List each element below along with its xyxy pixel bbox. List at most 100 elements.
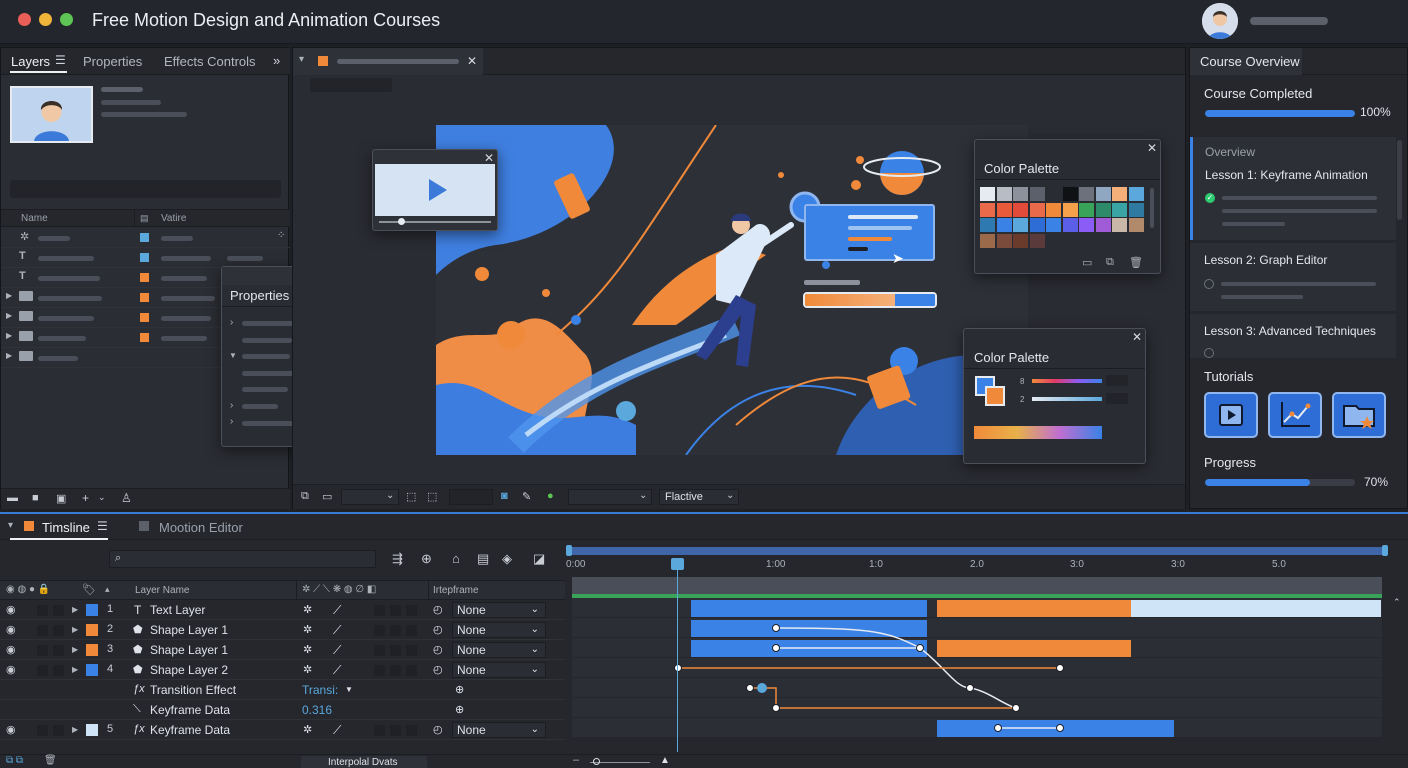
chevron-down-icon[interactable]: ⌄	[98, 492, 106, 503]
trash-icon[interactable]: 🗑	[1129, 256, 1143, 269]
solo-toggle[interactable]	[37, 665, 48, 676]
color-swatch[interactable]	[980, 187, 995, 201]
lesson-card-3[interactable]: Lesson 3: Advanced Techniques	[1190, 314, 1396, 358]
shy-switch-icon[interactable]: ✲	[303, 723, 312, 736]
color-swatch[interactable]	[1112, 202, 1127, 217]
lock-toggle[interactable]	[53, 605, 64, 616]
work-area-bar[interactable]	[567, 547, 1388, 555]
sort-arrow-icon[interactable]: ▴	[105, 584, 110, 595]
switch-toggle[interactable]	[390, 605, 401, 616]
tutorial-assets-button[interactable]	[1332, 392, 1386, 438]
layer-search-field[interactable]	[10, 180, 281, 198]
expand-arrow-icon[interactable]: ▶	[6, 291, 12, 300]
close-icon[interactable]: ✕	[1132, 330, 1142, 344]
person-icon[interactable]: ♙	[121, 491, 132, 505]
move-icon[interactable]: ⁘	[277, 230, 285, 241]
solo-toggle[interactable]	[37, 625, 48, 636]
tab-timeline[interactable]: Timsline	[42, 520, 90, 535]
time-field[interactable]	[449, 489, 493, 505]
solo-toggle[interactable]	[37, 725, 48, 736]
work-area-start-handle[interactable]	[566, 545, 572, 556]
tab-layers[interactable]: Layers	[11, 54, 50, 69]
comp-flow-icon[interactable]: ⇶	[392, 551, 403, 567]
color-swatch[interactable]	[1029, 187, 1045, 201]
quality-switch-icon[interactable]: ⟋	[333, 643, 341, 658]
expand-arrow-icon[interactable]: ›	[230, 416, 233, 427]
color-swatch[interactable]	[1095, 218, 1111, 232]
gradient-bar[interactable]	[974, 426, 1102, 439]
video-frame[interactable]	[375, 164, 495, 216]
expand-arrow-icon[interactable]: ▶	[72, 625, 78, 634]
color-swatch[interactable]	[1095, 187, 1111, 201]
tab-properties[interactable]: Properties	[83, 54, 142, 69]
timeline-layer-row[interactable]: ◉ ▶ 1 T Text Layer ✲ ⟋ ◴ None ⌄	[0, 600, 565, 620]
switch-toggle[interactable]	[406, 665, 417, 676]
lesson-card-2[interactable]: Lesson 2: Graph Editor	[1190, 243, 1396, 311]
maximize-window-button[interactable]	[60, 13, 73, 26]
eye-icon[interactable]: ◉	[6, 603, 16, 616]
switch-toggle[interactable]	[390, 645, 401, 656]
layer-color-label[interactable]	[86, 724, 98, 736]
switch-toggle[interactable]	[390, 625, 401, 636]
timeline-scrollbar[interactable]: ⌃	[1390, 577, 1404, 737]
color-channels-icon[interactable]: ●	[547, 490, 554, 502]
channel-dropdown[interactable]: ⌄	[568, 489, 652, 505]
lock-toggle[interactable]	[53, 625, 64, 636]
color-swatch[interactable]	[1128, 202, 1144, 217]
property-name[interactable]: Keyframe Data	[150, 703, 230, 717]
color-swatch[interactable]	[1128, 187, 1144, 201]
expand-arrow-icon[interactable]: ›	[230, 317, 233, 328]
duplicate-icon[interactable]: ⧉	[1106, 256, 1114, 269]
composition-canvas[interactable]	[436, 125, 1028, 455]
layer-name[interactable]: Shape Layer 1	[150, 623, 228, 637]
color-swatch[interactable]	[996, 233, 1012, 248]
expand-arrow-icon[interactable]: ▶	[72, 725, 78, 734]
tutorial-graph-button[interactable]	[1268, 392, 1322, 438]
more-tabs-icon[interactable]: »	[273, 53, 280, 68]
property-value[interactable]: Transi:	[302, 683, 338, 697]
timeline-layer-row[interactable]: ◉ ▶ 4 ⬟ Shape Layer 2 ✲ ⟋ ◴ None ⌄	[0, 660, 565, 680]
stopwatch-icon[interactable]: ◴	[433, 643, 443, 656]
color-swatch[interactable]	[996, 202, 1012, 217]
switch-toggle[interactable]	[406, 645, 417, 656]
expand-arrow-icon[interactable]: ▶	[72, 665, 78, 674]
tab-menu-icon[interactable]: ☰	[55, 53, 66, 67]
expand-arrow-icon[interactable]: ▶	[6, 311, 12, 320]
new-folder-icon[interactable]: ▭	[1082, 256, 1092, 269]
graph-editor-icon[interactable]: ◪	[533, 551, 545, 567]
zoom-out-icon[interactable]: –	[573, 754, 579, 766]
color-swatch[interactable]	[980, 202, 995, 217]
color-swatch[interactable]	[996, 187, 1012, 201]
trash-icon[interactable]: 🗑	[44, 755, 57, 766]
expand-arrow-icon[interactable]: ›	[230, 400, 233, 411]
shy-switch-icon[interactable]: ✲	[303, 623, 312, 636]
render-icon[interactable]: ⧉ ⧉	[6, 755, 23, 766]
lock-toggle[interactable]	[53, 645, 64, 656]
layer-list-item[interactable]: ✲ ⁘	[1, 228, 290, 248]
shy-switch-icon[interactable]: ✲	[303, 643, 312, 656]
lock-toggle[interactable]	[53, 665, 64, 676]
layer-color-label[interactable]	[86, 604, 98, 616]
color-swatch[interactable]	[1013, 202, 1028, 217]
zoom-in-icon[interactable]: ▲	[660, 755, 670, 766]
snapshot-icon[interactable]: ⧉	[301, 490, 309, 503]
timeline-layer-row[interactable]: ◉ ▶ 5 ƒx Keyframe Data ✲ ⟋ ◴ None ⌄	[0, 720, 565, 740]
timeline-layer-row[interactable]: ◉ ▶ 3 ⬟ Shape Layer 1 ✲ ⟋ ◴ None ⌄	[0, 640, 565, 660]
color-swatch[interactable]	[1128, 218, 1144, 232]
saturation-value-field[interactable]	[1106, 393, 1128, 404]
interpolation-dropdown[interactable]: None ⌄	[452, 642, 546, 658]
collapse-arrow-icon[interactable]: ▼	[229, 351, 237, 360]
close-icon[interactable]: ✕	[467, 54, 477, 68]
property-value[interactable]: 0.316	[302, 703, 332, 717]
eye-icon[interactable]: ◉	[6, 723, 16, 736]
layer-name[interactable]: Keyframe Data	[150, 723, 230, 737]
expand-arrow-icon[interactable]: ▶	[72, 605, 78, 614]
camera-icon[interactable]: ◙	[501, 490, 508, 502]
switch-toggle[interactable]	[374, 605, 385, 616]
stroke-color-swatch[interactable]	[985, 386, 1005, 406]
switch-toggle[interactable]	[406, 605, 417, 616]
color-swatch[interactable]	[1046, 187, 1061, 201]
shy-switch-icon[interactable]: ✲	[303, 663, 312, 676]
tab-motion-editor[interactable]: Mootion Editor	[159, 520, 243, 535]
timeline-layer-row[interactable]: ◉ ▶ 2 ⬟ Shape Layer 1 ✲ ⟋ ◴ None ⌄	[0, 620, 565, 640]
